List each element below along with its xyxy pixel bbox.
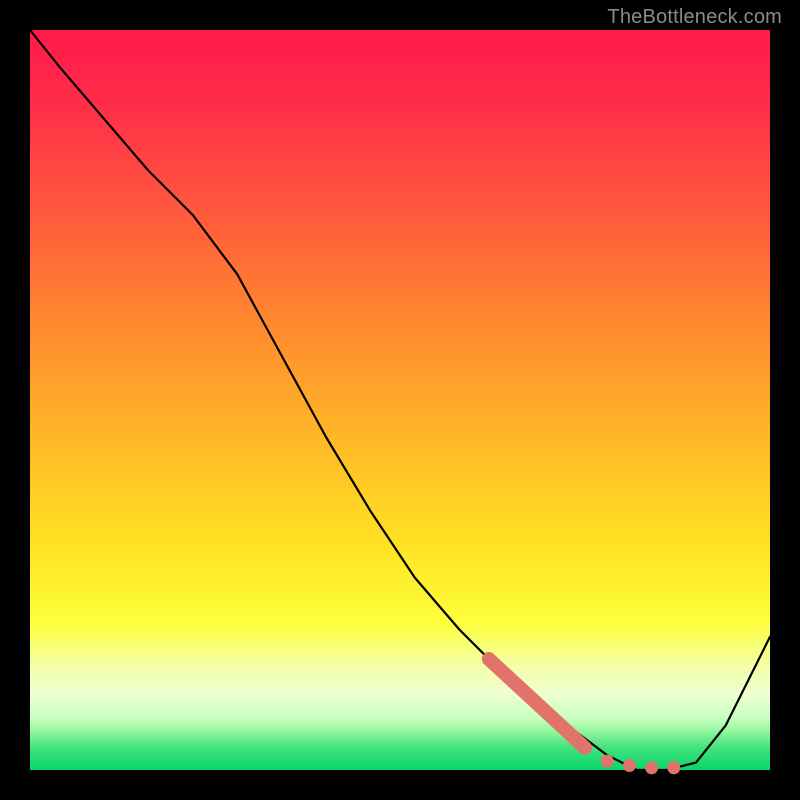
bottleneck-curve — [30, 30, 770, 770]
accent-dot — [645, 761, 658, 774]
accent-segment — [489, 659, 585, 748]
accent-dot — [667, 761, 680, 774]
accent-dot — [623, 759, 636, 772]
chart-frame: TheBottleneck.com — [0, 0, 800, 800]
accent-dot — [601, 755, 614, 768]
plot-area — [30, 30, 770, 770]
curve-layer — [30, 30, 770, 770]
accent-dots — [601, 755, 681, 775]
watermark-text: TheBottleneck.com — [607, 6, 782, 29]
